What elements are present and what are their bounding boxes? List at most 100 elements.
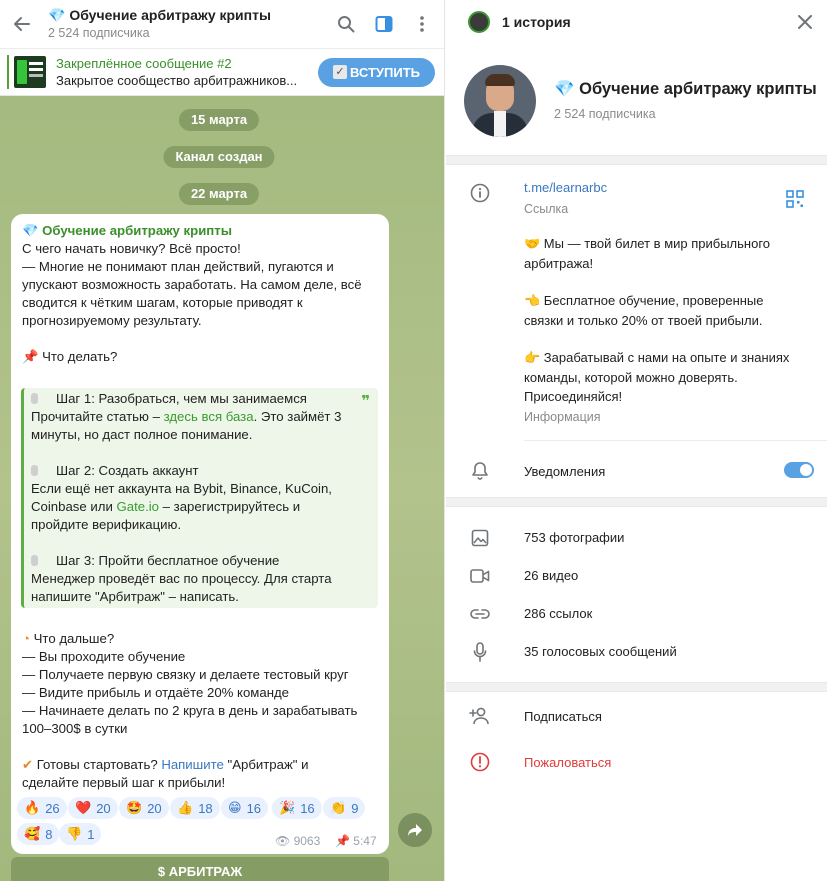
sidebar-toggle-button[interactable] xyxy=(365,4,403,44)
reaction-love[interactable]: 🥰 8 xyxy=(17,823,60,845)
step2-text: Если ещё нет аккаунта на Bybit, Binance,… xyxy=(31,481,332,496)
about-caption: Информация xyxy=(524,410,601,424)
cta-link[interactable]: Напишите xyxy=(161,757,224,772)
step1-link[interactable]: здесь вся база xyxy=(164,409,254,424)
profile-subscribers: 2 524 подписчика xyxy=(554,107,656,121)
add-user-icon xyxy=(469,705,491,727)
notifications-toggle[interactable] xyxy=(784,462,814,478)
step2-text: – зарегистрируйтесь и xyxy=(159,499,301,514)
join-button[interactable]: ✓ ВСТУПИТЬ xyxy=(318,57,435,87)
reaction-grin[interactable]: 😁 16 xyxy=(221,797,269,819)
profile-name: 💎 Обучение арбитражу крипты xyxy=(554,80,817,98)
message-line: — Многие не понимают план действий, пуга… xyxy=(22,259,334,274)
step2-link[interactable]: Gate.io xyxy=(116,499,159,514)
channel-link[interactable]: t.me/learnarbc xyxy=(524,178,607,198)
message-line: прогнозируемому результату. xyxy=(22,313,202,328)
step3-text: Менеджер проведёт вас по процессу. Для с… xyxy=(31,571,332,586)
story-avatar[interactable] xyxy=(468,11,490,33)
media-videos[interactable]: 26 видео xyxy=(524,566,578,586)
step-bullet-icon xyxy=(31,393,38,404)
reaction-thumbs-down[interactable]: 👎 1 xyxy=(59,823,102,845)
time-label: 5:47 xyxy=(353,834,377,848)
check-icon: ✓ xyxy=(333,65,348,79)
qr-code-icon xyxy=(786,190,804,208)
message-line: сделайте первый шаг к прибыли! xyxy=(22,775,226,790)
message-line: — Получаете первую связку и делаете тест… xyxy=(22,667,349,682)
media-photos[interactable]: 753 фотографии xyxy=(524,528,624,548)
reaction-star-struck[interactable]: 🤩 20 xyxy=(119,797,169,819)
cta-text: "Арбитраж" и xyxy=(223,757,309,772)
media-voice[interactable]: 35 голосовых сообщений xyxy=(524,642,677,662)
step3-text: напишите "Арбитраж" – написать. xyxy=(31,589,239,604)
smiling-hearts-icon: 🥰 xyxy=(24,826,41,841)
link-icon xyxy=(469,603,491,625)
arrow-left-icon xyxy=(14,17,30,31)
about-line: 👈 Бесплатное обучение, проверенные xyxy=(524,293,764,308)
search-button[interactable] xyxy=(327,4,365,44)
message-line: сводится к чётким шагам, которые приводя… xyxy=(22,295,303,310)
step2-title: Шаг 2: Создать аккаунт xyxy=(56,463,199,478)
section-divider xyxy=(446,497,827,507)
reaction-count: 1 xyxy=(87,826,95,842)
chat-title: 💎 Обучение арбитражу крипты xyxy=(48,7,271,23)
close-icon xyxy=(798,15,812,29)
qr-code-button[interactable] xyxy=(784,188,806,210)
share-button[interactable] xyxy=(398,813,432,847)
party-popper-icon: 🎉 xyxy=(279,800,296,815)
date-separator: 15 марта xyxy=(178,109,260,131)
subscribe-button[interactable]: Подписаться xyxy=(524,707,602,727)
chat-title-block[interactable]: 💎 Обучение арбитражу крипты 2 524 подпис… xyxy=(42,6,327,42)
blockquote: ❞ Шаг 1: Разобраться, чем мы занимаемся … xyxy=(21,388,378,608)
info-icon xyxy=(469,182,491,204)
thumbs-up-icon: 👍 xyxy=(177,800,194,815)
grin-icon: 😁 xyxy=(228,800,242,815)
reaction-fire[interactable]: 🔥 26 xyxy=(17,797,67,819)
reaction-clap[interactable]: 👏 9 xyxy=(323,797,366,819)
message-line: — Вы проходите обучение xyxy=(22,649,186,664)
thumbs-down-icon: 👎 xyxy=(66,826,83,841)
reaction-party[interactable]: 🎉 16 xyxy=(272,797,322,819)
stories-title[interactable]: 1 история xyxy=(502,14,571,30)
reaction-heart[interactable]: ❤️ 20 xyxy=(68,797,118,819)
step1-text: . Это займёт 3 xyxy=(253,409,342,424)
join-label: ВСТУПИТЬ xyxy=(350,64,420,80)
eye-icon: 👁 xyxy=(275,834,291,848)
bot-keyboard-button[interactable]: $ АРБИТРАЖ xyxy=(11,857,389,881)
pinned-thumbnail xyxy=(14,56,46,88)
step-bullet-icon xyxy=(31,555,38,566)
heart-icon: ❤️ xyxy=(75,800,92,815)
date-separator: 22 марта xyxy=(178,183,260,205)
forward-icon xyxy=(408,824,422,836)
info-header: 1 история xyxy=(446,0,827,44)
close-button[interactable] xyxy=(793,10,817,34)
search-icon xyxy=(338,16,355,33)
about-line: арбитража! xyxy=(524,255,594,271)
reaction-count: 8 xyxy=(45,826,53,842)
about-line: команды, которой можно доверять. xyxy=(524,369,738,385)
more-vertical-icon xyxy=(420,16,424,32)
bell-icon xyxy=(469,460,491,482)
pin-icon: 📌 xyxy=(335,834,350,848)
report-button[interactable]: Пожаловаться xyxy=(524,753,611,773)
next-title: Что дальше? xyxy=(33,631,115,646)
message-line: — Видите прибыль и отдаёте 20% команде xyxy=(22,685,290,700)
media-links[interactable]: 286 ссылок xyxy=(524,604,592,624)
message-bubble[interactable]: 💎 Обучение арбитражу крипты С чего начат… xyxy=(11,214,389,854)
reaction-count: 20 xyxy=(96,800,111,816)
report-icon xyxy=(469,751,491,773)
message-channel-name[interactable]: 💎 Обучение арбитражу крипты xyxy=(22,222,232,240)
message-line: С чего начать новичку? Всё просто! xyxy=(22,241,241,256)
notifications-label[interactable]: Уведомления xyxy=(524,462,605,482)
divider-line xyxy=(524,440,827,441)
pinned-title: Закреплённое сообщение #2 xyxy=(56,55,232,71)
pinned-message[interactable]: Закреплённое сообщение #2 Закрытое сообщ… xyxy=(0,48,444,96)
reaction-thumbs-up[interactable]: 👍 18 xyxy=(170,797,220,819)
channel-info-pane: 1 история 💎 Обучение арбитражу крипты 2 … xyxy=(446,0,827,881)
message-line: — Начинаете делать по 2 круга в день и з… xyxy=(22,703,358,718)
more-button[interactable] xyxy=(403,4,441,44)
step-bullet-icon xyxy=(31,465,38,476)
profile-avatar[interactable] xyxy=(464,65,536,137)
back-button[interactable] xyxy=(2,4,42,44)
clap-icon: 👏 xyxy=(330,800,347,815)
chat-header: 💎 Обучение арбитражу крипты 2 524 подпис… xyxy=(0,0,444,48)
